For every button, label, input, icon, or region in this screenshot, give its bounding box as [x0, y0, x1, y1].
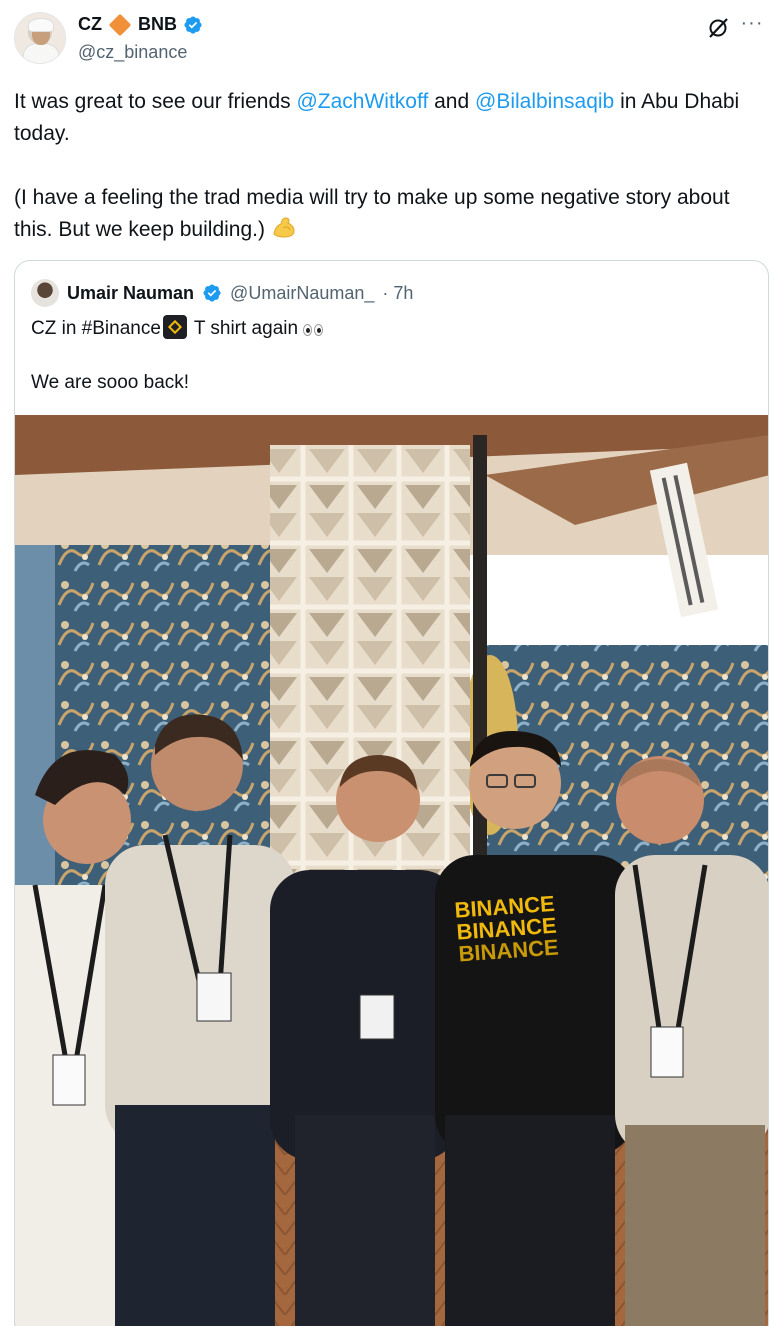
- quoted-paragraph-1: CZ in #Binance T shirt again: [31, 315, 325, 345]
- author-avatar[interactable]: [14, 12, 66, 64]
- more-icon[interactable]: ···: [740, 13, 764, 40]
- verified-badge-icon: [203, 284, 221, 302]
- quoted-tweet-header: Umair Nauman @UmairNauman_ · 7h: [31, 279, 413, 307]
- quoted-tweet-body: CZ in #Binance T shirt again We are sooo…: [31, 315, 325, 421]
- author-name[interactable]: CZ: [78, 14, 102, 35]
- verified-badge-icon: [184, 15, 202, 34]
- quoted-tweet-time[interactable]: · 7h: [382, 283, 413, 304]
- tweet-text-segment: It was great to see our friends: [14, 90, 297, 113]
- quoted-author-name[interactable]: Umair Nauman: [67, 283, 194, 304]
- tweet-text-segment: (I have a feeling the trad media will tr…: [14, 186, 730, 241]
- author-name-suffix[interactable]: BNB: [138, 14, 177, 35]
- tweet-paragraph-2: (I have a feeling the trad media will tr…: [14, 182, 764, 246]
- binance-logo-icon: [162, 315, 187, 339]
- group-photo[interactable]: BINANCE BINANCE BINANCE: [15, 415, 769, 1326]
- tweet-body: It was great to see our friends @ZachWit…: [14, 86, 764, 278]
- quoted-text-segment: CZ in #Binance: [31, 318, 161, 339]
- flexed-bicep-icon: [273, 217, 295, 238]
- mention-bilal-bin-saqib[interactable]: @Bilalbinsaqib: [475, 90, 614, 113]
- tweet-header: CZ BNB @cz_binance ···: [14, 12, 764, 68]
- quoted-author-handle[interactable]: @UmairNauman_: [230, 283, 374, 304]
- quoted-paragraph-2: We are sooo back!: [31, 372, 190, 393]
- quoted-tweet[interactable]: Umair Nauman @UmairNauman_ · 7h CZ in #B…: [14, 260, 769, 1326]
- quoted-text-segment: T shirt again: [188, 318, 299, 339]
- tweet-text-segment: and: [428, 90, 475, 113]
- author-handle[interactable]: @cz_binance: [78, 42, 187, 63]
- tweet-paragraph-1: It was great to see our friends @ZachWit…: [14, 86, 764, 150]
- author-name-row[interactable]: CZ BNB: [78, 13, 203, 36]
- bnb-diamond-icon: [108, 13, 132, 36]
- grok-icon[interactable]: [706, 16, 730, 40]
- eyes-icon: [303, 317, 325, 345]
- quoted-author-avatar[interactable]: [31, 279, 59, 307]
- mention-zach-witkoff[interactable]: @ZachWitkoff: [296, 90, 428, 113]
